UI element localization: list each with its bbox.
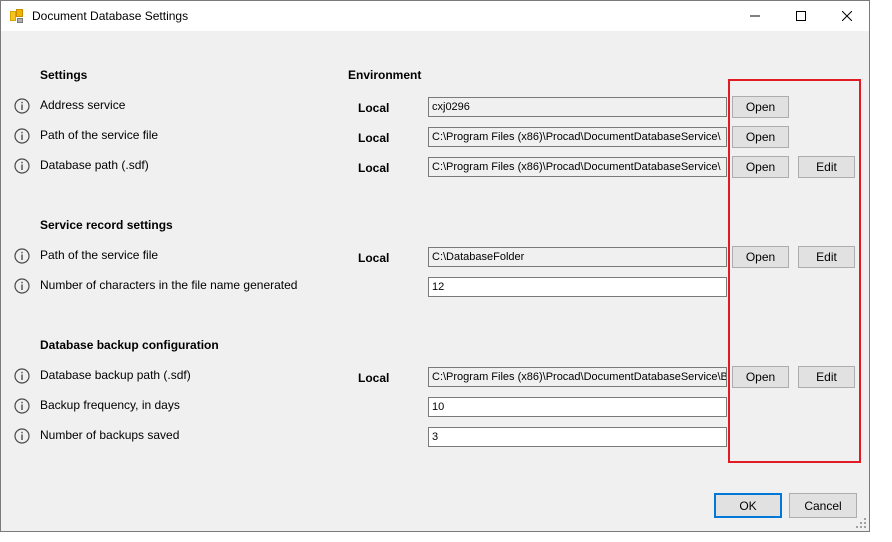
info-icon[interactable]	[14, 128, 30, 144]
settings-header: Settings	[40, 68, 88, 82]
close-icon	[842, 11, 852, 21]
info-icon[interactable]	[14, 248, 30, 264]
resize-grip-icon[interactable]	[855, 517, 867, 529]
env-local-label: Local	[358, 101, 390, 115]
app-icon	[10, 9, 23, 23]
env-local-label: Local	[358, 131, 390, 145]
address-service-field[interactable]: cxj0296	[428, 97, 727, 117]
backup-count-input[interactable]: 3	[428, 427, 727, 447]
backup-path-field[interactable]: C:\Program Files (x86)\Procad\DocumentDa…	[428, 367, 727, 387]
backup-frequency-input[interactable]: 10	[428, 397, 727, 417]
database-path-field[interactable]: C:\Program Files (x86)\Procad\DocumentDa…	[428, 157, 727, 177]
title-bar[interactable]: Document Database Settings	[1, 1, 869, 31]
info-icon[interactable]	[14, 368, 30, 384]
env-local-label: Local	[358, 371, 390, 385]
env-local-label: Local	[358, 161, 390, 175]
record-service-file-path-label: Path of the service file	[40, 248, 159, 262]
ok-button[interactable]: OK	[714, 493, 782, 518]
filename-chars-label: Number of characters in the file name ge…	[40, 278, 298, 292]
minimize-icon	[750, 15, 760, 17]
info-icon[interactable]	[14, 158, 30, 174]
maximize-icon	[796, 11, 806, 21]
maximize-button[interactable]	[778, 1, 824, 31]
minimize-button[interactable]	[732, 1, 778, 31]
highlight-annotation	[728, 79, 861, 463]
backup-count-label: Number of backups saved	[40, 428, 180, 442]
service-file-path-label: Path of the service file	[40, 128, 159, 142]
service-file-path-field[interactable]: C:\Program Files (x86)\Procad\DocumentDa…	[428, 127, 727, 147]
close-button[interactable]	[824, 1, 870, 31]
backup-config-header: Database backup configuration	[40, 338, 219, 352]
env-local-label: Local	[358, 251, 390, 265]
service-record-header: Service record settings	[40, 218, 173, 232]
settings-dialog: Document Database Settings Settings Envi…	[0, 0, 870, 532]
backup-frequency-label: Backup frequency, in days	[40, 398, 180, 412]
info-icon[interactable]	[14, 428, 30, 444]
record-service-file-path-field[interactable]: C:\DatabaseFolder	[428, 247, 727, 267]
environment-header: Environment	[348, 68, 422, 82]
filename-chars-input[interactable]: 12	[428, 277, 727, 297]
address-service-label: Address service	[40, 98, 126, 112]
database-path-label: Database path (.sdf)	[40, 158, 149, 172]
backup-path-label: Database backup path (.sdf)	[40, 368, 191, 382]
info-icon[interactable]	[14, 398, 30, 414]
window-title: Document Database Settings	[32, 9, 189, 23]
cancel-button[interactable]: Cancel	[789, 493, 857, 518]
info-icon[interactable]	[14, 278, 30, 294]
info-icon[interactable]	[14, 98, 30, 114]
